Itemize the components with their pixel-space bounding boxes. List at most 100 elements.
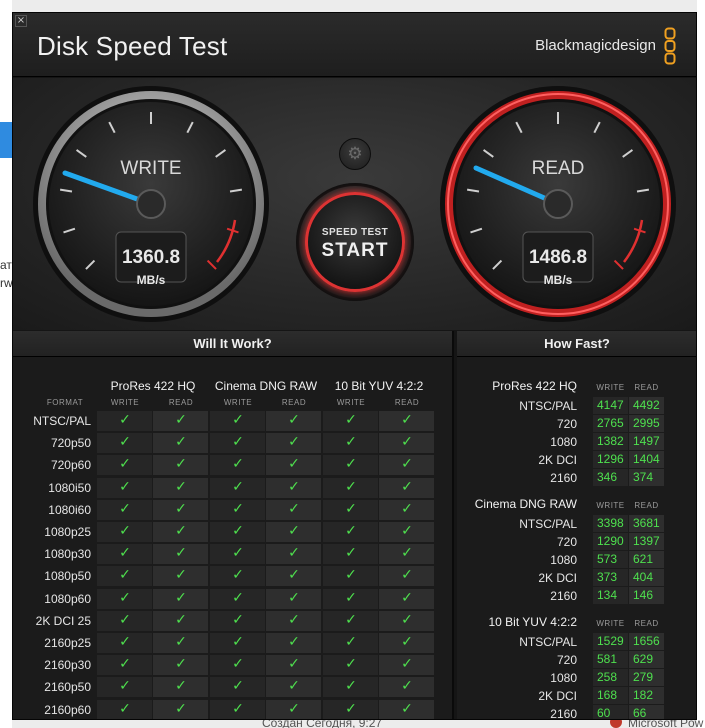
read-subheader: READ <box>634 501 659 510</box>
how-fast-format: 720 <box>556 653 577 667</box>
check-icon: ✓ <box>401 523 413 539</box>
how-fast-format: 1080 <box>550 671 577 685</box>
write-fps-value: 1529 <box>593 633 628 650</box>
format-label: 2160p25 <box>44 636 91 650</box>
how-fast-codec: 10 Bit YUV 4:2:2 <box>488 615 578 629</box>
check-icon: ✓ <box>175 678 187 695</box>
check-icon: ✓ <box>288 634 300 650</box>
format-label: 1080p60 <box>44 591 91 606</box>
check-icon: ✓ <box>401 412 413 428</box>
read-subheader: READ <box>394 398 420 407</box>
check-icon: ✓ <box>345 523 357 539</box>
check-icon: ✓ <box>401 589 413 606</box>
check-icon: ✓ <box>232 611 244 628</box>
background-selection <box>0 122 12 158</box>
check-icon: ✓ <box>119 500 131 517</box>
check-icon: ✓ <box>345 456 357 473</box>
check-icon: ✓ <box>232 478 244 495</box>
write-speed-value: 1360.8 <box>121 247 181 268</box>
write-subheader: WRITE <box>596 501 625 510</box>
write-gauge: WRITE 1360.8 MB/s <box>31 84 271 324</box>
background-left-text-2: rw <box>0 276 12 290</box>
read-fps-value: 621 <box>629 551 664 568</box>
check-icon: ✓ <box>232 656 244 673</box>
check-icon: ✓ <box>232 678 244 695</box>
check-icon: ✓ <box>175 434 187 451</box>
check-icon: ✓ <box>345 656 357 673</box>
format-label: 1080i50 <box>48 480 91 495</box>
check-icon: ✓ <box>119 523 131 539</box>
read-speed-value: 1486.8 <box>528 247 588 268</box>
check-icon: ✓ <box>119 545 131 562</box>
write-label: WRITE <box>120 158 182 179</box>
check-icon: ✓ <box>119 611 131 628</box>
check-icon: ✓ <box>345 434 357 451</box>
format-header: FORMAT <box>46 398 84 407</box>
check-icon: ✓ <box>119 567 131 584</box>
check-icon: ✓ <box>345 700 357 717</box>
check-icon: ✓ <box>119 478 131 495</box>
write-fps-value: 1382 <box>593 433 628 450</box>
how-fast-format: 2K DCI <box>538 571 577 585</box>
check-icon: ✓ <box>175 500 187 517</box>
check-icon: ✓ <box>175 634 187 650</box>
format-label: 720p60 <box>50 458 91 473</box>
how-fast-panel: How Fast? ProRes 422 HQ WRITE READ NTSC/PAL… <box>457 331 696 719</box>
read-fps-value: 146 <box>629 587 664 604</box>
check-icon: ✓ <box>288 589 300 606</box>
read-fps-value: 404 <box>629 569 664 586</box>
read-gauge-dial <box>440 86 676 322</box>
read-fps-value: 2995 <box>629 415 664 432</box>
close-button[interactable]: × <box>15 15 27 27</box>
how-fast-format: 720 <box>556 417 577 431</box>
check-icon: ✓ <box>345 412 357 428</box>
check-icon: ✓ <box>401 545 413 562</box>
check-icon: ✓ <box>401 567 413 584</box>
format-label: NTSC/PAL <box>33 414 91 428</box>
speed-test-start-button[interactable]: SPEED TEST START <box>296 183 414 301</box>
check-icon: ✓ <box>232 434 244 451</box>
read-fps-value: 1497 <box>629 433 664 450</box>
write-fps-value: 346 <box>593 469 628 486</box>
read-fps-value: 1397 <box>629 533 664 550</box>
check-icon: ✓ <box>175 545 187 562</box>
check-icon: ✓ <box>288 456 300 473</box>
read-fps-value: 1656 <box>629 633 664 650</box>
check-icon: ✓ <box>401 634 413 650</box>
how-fast-format: NTSC/PAL <box>519 635 577 649</box>
check-icon: ✓ <box>288 678 300 695</box>
check-icon: ✓ <box>232 523 244 539</box>
how-fast-format: 2K DCI <box>538 689 577 703</box>
write-fps-value: 2765 <box>593 415 628 432</box>
read-fps-value: 4492 <box>629 397 664 414</box>
how-fast-format: 720 <box>556 535 577 549</box>
write-fps-value: 573 <box>593 551 628 568</box>
gauge-panel: WRITE 1360.8 MB/s ⚙ SPEED TEST START REA… <box>13 78 696 330</box>
check-icon: ✓ <box>345 567 357 584</box>
how-fast-format: 2160 <box>550 471 577 485</box>
check-icon: ✓ <box>288 700 300 717</box>
check-icon: ✓ <box>175 412 187 428</box>
check-icon: ✓ <box>401 500 413 517</box>
check-icon: ✓ <box>232 500 244 517</box>
settings-button[interactable]: ⚙ <box>339 138 371 170</box>
check-icon: ✓ <box>119 656 131 673</box>
read-gauge: READ 1486.8 MB/s <box>438 84 678 324</box>
brand-name: Blackmagicdesign <box>535 37 656 54</box>
check-icon: ✓ <box>119 634 131 650</box>
codec-header: ProRes 422 HQ <box>110 379 196 393</box>
check-icon: ✓ <box>401 478 413 495</box>
check-icon: ✓ <box>288 523 300 539</box>
how-fast-codec: Cinema DNG RAW <box>474 497 577 511</box>
check-icon: ✓ <box>119 412 131 428</box>
format-label: 2160p60 <box>44 702 91 717</box>
check-icon: ✓ <box>175 656 187 673</box>
check-icon: ✓ <box>401 456 413 473</box>
codec-header: 10 Bit YUV 4:2:2 <box>334 379 424 393</box>
check-icon: ✓ <box>345 634 357 650</box>
check-icon: ✓ <box>401 656 413 673</box>
check-icon: ✓ <box>232 700 244 717</box>
check-icon: ✓ <box>345 611 357 628</box>
check-icon: ✓ <box>345 589 357 606</box>
check-icon: ✓ <box>119 456 131 473</box>
